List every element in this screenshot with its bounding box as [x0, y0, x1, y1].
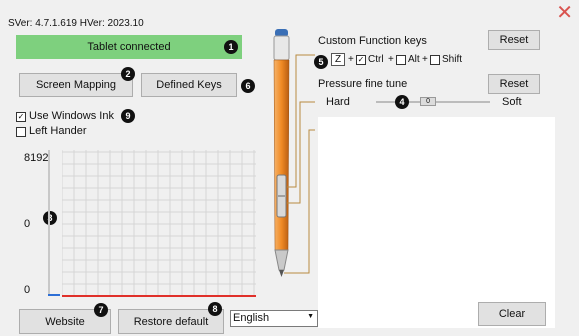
hard-label: Hard — [326, 96, 350, 108]
badge-4: 4 — [395, 95, 409, 109]
clear-label: Clear — [498, 308, 526, 320]
drawing-test-area[interactable] — [318, 117, 555, 328]
plus-sign: + — [422, 54, 428, 65]
reset-pressure-label: Reset — [499, 78, 529, 90]
shift-checkbox[interactable] — [430, 55, 440, 65]
use-windows-ink-label: Use Windows Ink — [29, 110, 114, 122]
soft-label: Soft — [502, 96, 522, 108]
ctrl-checkbox[interactable]: ✓ — [356, 55, 366, 65]
plus-sign: + — [388, 54, 394, 65]
pressure-tune-title: Pressure fine tune — [318, 78, 408, 90]
status-text: Tablet connected — [87, 41, 171, 53]
website-label: Website — [45, 315, 85, 328]
reset-custom-keys-button[interactable]: Reset — [488, 30, 540, 50]
close-icon[interactable]: ✕ — [556, 3, 573, 23]
defined-keys-label: Defined Keys — [156, 79, 222, 91]
pressure-level-indicator — [48, 294, 60, 296]
reset-custom-keys-label: Reset — [499, 34, 529, 46]
pressure-curve-graph — [62, 150, 256, 297]
pen-illustration — [273, 29, 315, 277]
language-select[interactable]: English ▼ — [230, 310, 318, 327]
status-bar: Tablet connected — [16, 35, 242, 59]
badge-1: 1 — [224, 40, 238, 54]
custom-keys-title: Custom Function keys — [318, 35, 427, 47]
badge-9: 9 — [121, 109, 135, 123]
alt-checkbox[interactable] — [396, 55, 406, 65]
pressure-mid-label: 0 — [24, 218, 31, 230]
left-hander-label: Left Hander — [29, 125, 87, 137]
ctrl-label: Ctrl — [368, 54, 384, 65]
clear-button[interactable]: Clear — [478, 302, 546, 326]
language-selected: English — [233, 312, 270, 324]
dropdown-arrow-icon: ▼ — [307, 313, 314, 320]
custom-key-input[interactable]: Z — [331, 53, 345, 66]
alt-label: Alt — [408, 54, 420, 65]
version-text: SVer: 4.7.1.619 HVer: 2023.10 — [8, 18, 144, 29]
pressure-min-label: 0 — [24, 284, 31, 296]
badge-6: 6 — [241, 79, 255, 93]
plus-sign: + — [348, 54, 354, 65]
shift-label: Shift — [442, 54, 463, 65]
pressure-slider-thumb[interactable]: 0 — [420, 97, 437, 106]
use-windows-ink-checkbox[interactable]: ✓ — [16, 112, 26, 122]
badge-8: 8 — [208, 302, 222, 316]
screen-mapping-button[interactable]: Screen Mapping — [19, 73, 133, 97]
badge-2: 2 — [121, 67, 135, 81]
pressure-level-bar — [48, 150, 50, 296]
badge-5: 5 — [314, 55, 328, 69]
defined-keys-button[interactable]: Defined Keys — [141, 73, 237, 97]
left-hander-checkbox[interactable] — [16, 127, 26, 137]
screen-mapping-label: Screen Mapping — [35, 79, 117, 91]
reset-pressure-button[interactable]: Reset — [488, 74, 540, 94]
pressure-max-label: 8192 — [24, 152, 49, 164]
restore-default-label: Restore default — [133, 315, 209, 328]
badge-3: 3 — [43, 211, 57, 225]
badge-7: 7 — [94, 303, 108, 317]
